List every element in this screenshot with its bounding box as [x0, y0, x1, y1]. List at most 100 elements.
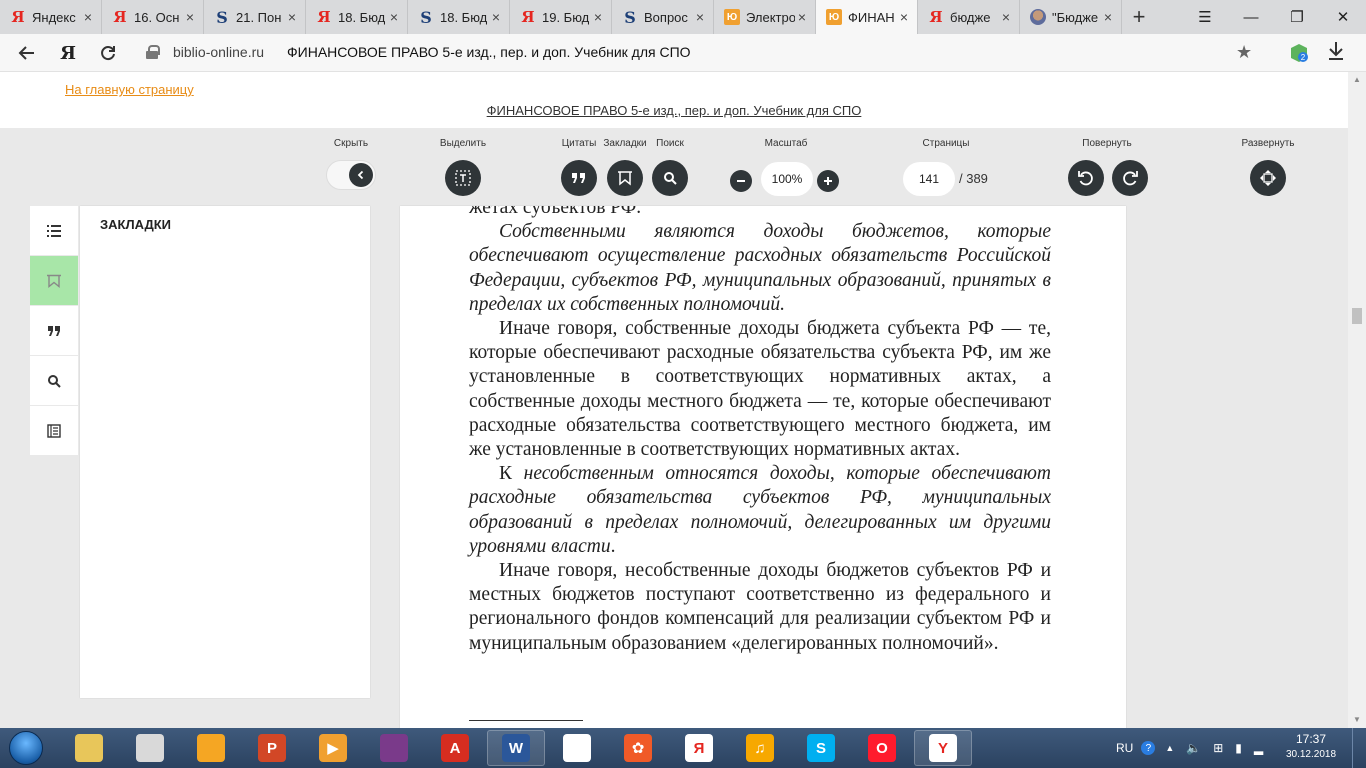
close-icon[interactable]: × [489, 9, 503, 25]
tray-expand-icon[interactable]: ▲ [1165, 743, 1174, 753]
rotate-right-button[interactable] [1112, 160, 1148, 196]
close-icon[interactable]: × [285, 9, 299, 25]
taskbar-app-skype[interactable]: S [792, 730, 850, 766]
select-text-button[interactable] [445, 160, 481, 196]
url-domain[interactable]: biblio-online.ru [173, 44, 264, 60]
yandex-icon: Я [113, 8, 127, 26]
taskbar-app-yandex-app[interactable]: Я [670, 730, 728, 766]
clock[interactable]: 17:37 30.12.2018 [1282, 732, 1340, 760]
restore-button[interactable]: ❐ [1274, 0, 1320, 34]
bookmark-star-icon[interactable]: ★ [1236, 42, 1252, 63]
taskbar-app-yandex-browser[interactable]: Y [914, 730, 972, 766]
sidebar-item-contents[interactable] [30, 206, 78, 255]
minimize-button[interactable]: — [1228, 0, 1274, 34]
sidebar-item-quotes[interactable] [30, 306, 78, 355]
taskbar-app-grid-app[interactable] [548, 730, 606, 766]
scroll-thumb[interactable] [1352, 308, 1362, 324]
volume-icon[interactable]: 🔈 [1186, 741, 1201, 755]
language-indicator[interactable]: RU [1116, 741, 1133, 755]
home-link[interactable]: На главную страницу [65, 82, 194, 97]
close-icon[interactable]: × [795, 9, 809, 25]
taskbar-app-film-app[interactable]: ✿ [609, 730, 667, 766]
help-icon[interactable]: ? [1141, 741, 1156, 755]
windows-logo-icon [9, 731, 43, 765]
taskbar-app-media-player[interactable]: ▶ [304, 730, 362, 766]
show-desktop-button[interactable] [1352, 728, 1366, 768]
bookmarks-button[interactable] [607, 160, 643, 196]
yandex-home-button[interactable]: Я [55, 40, 81, 66]
zoom-value: 100% [761, 162, 813, 196]
document-paragraph: Иначе говоря, собственные доходы бюджета… [469, 318, 1051, 461]
hide-toggle[interactable] [326, 160, 376, 190]
taskbar-app-word[interactable]: W [487, 730, 545, 766]
reload-icon [101, 46, 115, 61]
urait-icon: Ю [724, 9, 740, 25]
download-icon[interactable] [1327, 41, 1345, 66]
browser-tab[interactable]: Я 16. Осн × [102, 0, 204, 34]
document-page: жетах субъектов РФ. Собственными являются… [400, 206, 1126, 728]
menu-icon[interactable]: ☰ [1182, 0, 1228, 34]
taskbar-app-smiley[interactable] [182, 730, 240, 766]
browser-tab[interactable]: Ю Электро × [714, 0, 816, 34]
browser-tab[interactable]: Я 19. Бюд × [510, 0, 612, 34]
network-icon[interactable]: ▮ [1235, 741, 1242, 755]
windows-flag-icon[interactable]: ⊞ [1213, 741, 1223, 755]
browser-tab[interactable]: S 21. Пон × [204, 0, 306, 34]
page-number-input[interactable] [903, 162, 955, 196]
reader-toolbar: Скрыть Выделить Цитаты Закладки Поиск Ма… [0, 128, 1348, 206]
taskbar-app-pdf-reader[interactable]: A [426, 730, 484, 766]
taskbar-app-audio-app[interactable]: ♫ [731, 730, 789, 766]
start-button[interactable] [4, 729, 48, 767]
close-icon[interactable]: × [1101, 9, 1115, 25]
document-paragraph: жетах субъектов РФ. [469, 206, 642, 218]
scroll-down-icon[interactable]: ▼ [1348, 712, 1366, 728]
browser-tab[interactable]: Я Яндекс × [0, 0, 102, 34]
close-icon[interactable]: × [81, 9, 95, 25]
close-icon[interactable]: × [183, 9, 197, 25]
signal-icon[interactable]: ▂ [1254, 741, 1263, 755]
taskbar-app-explorer[interactable] [60, 730, 118, 766]
browser-tab[interactable]: S Вопрос × [612, 0, 714, 34]
expand-button[interactable] [1250, 160, 1286, 196]
close-icon[interactable]: × [387, 9, 401, 25]
page-scrollbar[interactable]: ▲ ▼ [1348, 72, 1366, 728]
bookmarks-label: Закладки [603, 138, 647, 149]
document-paragraph: К несобственным относятся доходы, которы… [469, 463, 1052, 557]
extension-icon[interactable]: 2 [1288, 42, 1310, 64]
quotes-button[interactable] [561, 160, 597, 196]
scroll-up-icon[interactable]: ▲ [1348, 72, 1366, 88]
media-player-icon: ▶ [319, 734, 347, 762]
taskbar-app-winrar[interactable] [365, 730, 423, 766]
sidebar-item-notes[interactable] [30, 406, 78, 455]
zoom-out-button[interactable] [730, 170, 752, 192]
browser-tab[interactable]: Ю ФИНАН × [816, 0, 918, 34]
browser-tab[interactable]: S 18. Бюд × [408, 0, 510, 34]
studfiles-icon: S [624, 7, 636, 27]
reload-button[interactable] [95, 40, 121, 66]
yandex-icon: Я [521, 8, 535, 26]
taskbar-app-browser-round[interactable] [121, 730, 179, 766]
url-page-title[interactable]: ФИНАНСОВОЕ ПРАВО 5-е изд., пер. и доп. У… [287, 44, 691, 60]
sidebar-item-search[interactable] [30, 356, 78, 405]
zoom-in-button[interactable] [817, 170, 839, 192]
close-window-button[interactable]: ✕ [1320, 0, 1366, 34]
search-icon [664, 172, 677, 185]
tab-title: бюдже [950, 9, 991, 25]
back-button[interactable] [14, 40, 40, 66]
close-icon[interactable]: × [897, 9, 911, 25]
rotate-left-button[interactable] [1068, 160, 1104, 196]
new-tab-button[interactable]: + [1122, 0, 1156, 34]
taskbar-app-opera[interactable]: O [853, 730, 911, 766]
sidebar-item-bookmarks[interactable] [30, 256, 78, 305]
audio-app-icon: ♫ [746, 734, 774, 762]
search-button[interactable] [652, 160, 688, 196]
browser-tab[interactable]: "Бюдже × [1020, 0, 1122, 34]
taskbar-app-powerpoint[interactable]: P [243, 730, 301, 766]
browser-tab[interactable]: Я 18. Бюд × [306, 0, 408, 34]
close-icon[interactable]: × [591, 9, 605, 25]
winrar-icon [380, 734, 408, 762]
browser-tab[interactable]: Ябюдже × [918, 0, 1020, 34]
close-icon[interactable]: × [693, 9, 707, 25]
book-title-anchor[interactable]: ФИНАНСОВОЕ ПРАВО 5-е изд., пер. и доп. У… [487, 103, 862, 118]
close-icon[interactable]: × [999, 9, 1013, 25]
